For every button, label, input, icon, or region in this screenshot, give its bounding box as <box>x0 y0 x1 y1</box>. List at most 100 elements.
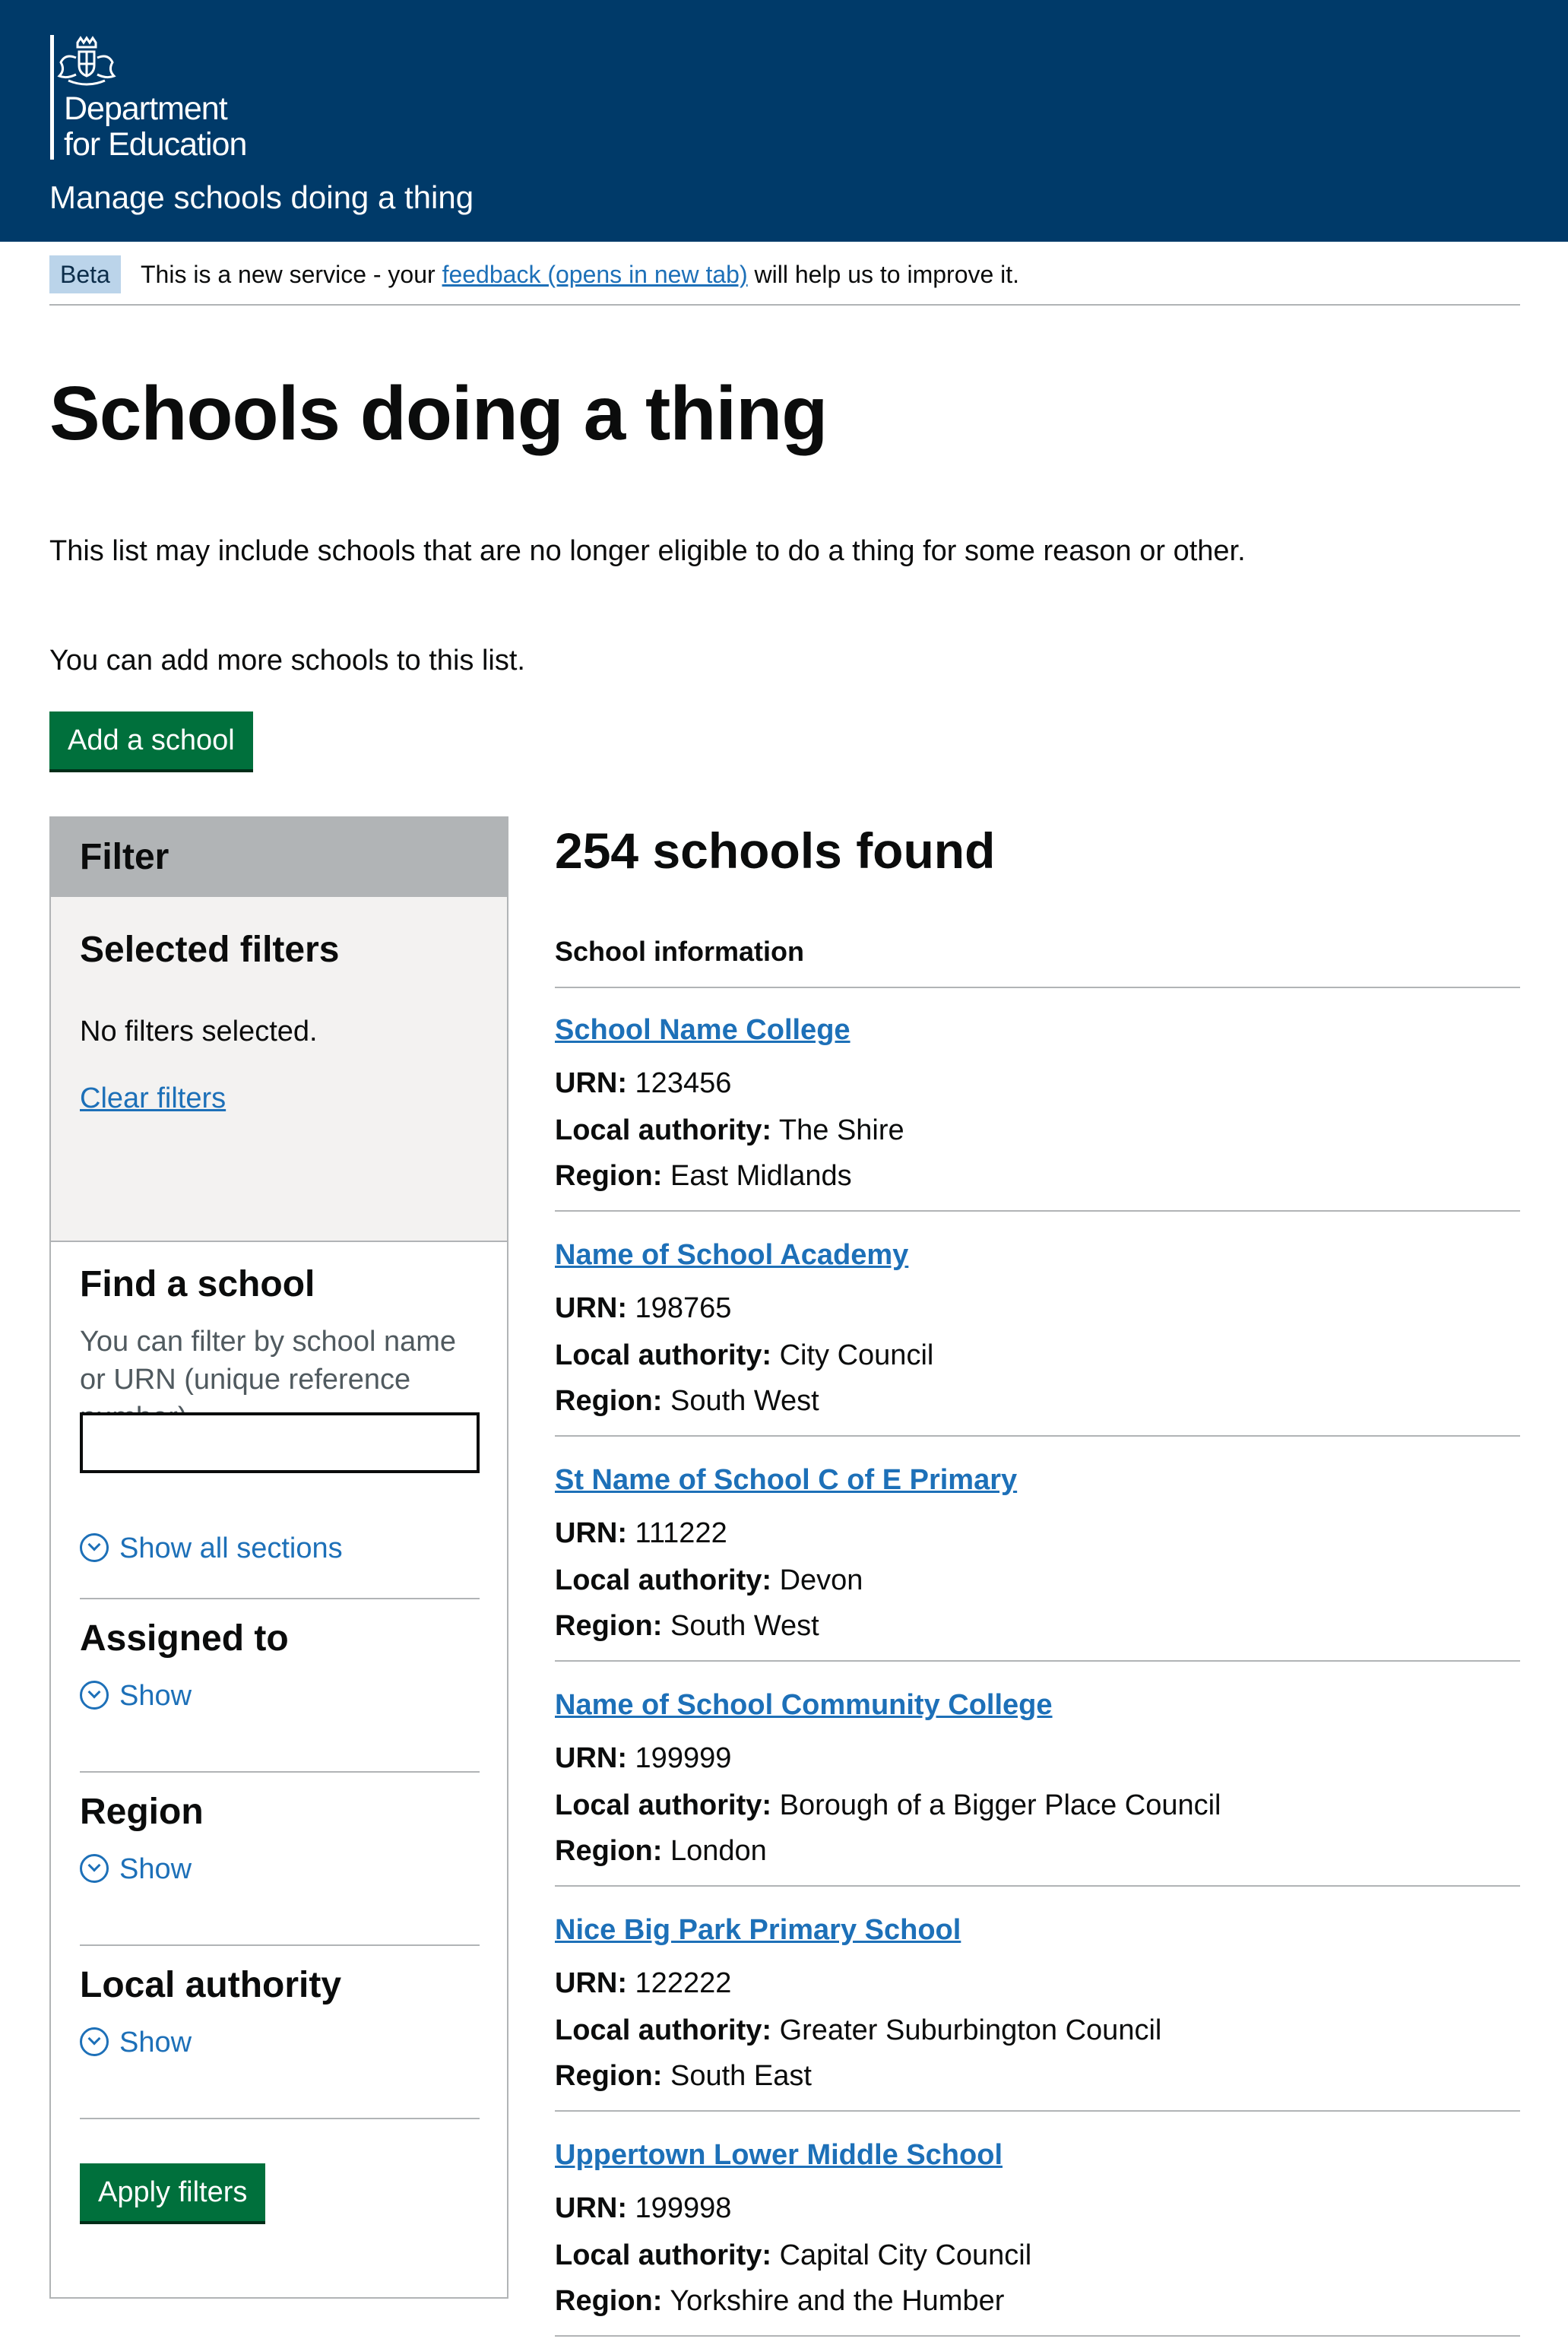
beta-text-before: This is a new service - your <box>141 261 442 288</box>
local-authority-label: Local authority: <box>555 2014 772 2046</box>
feedback-link[interactable]: feedback (opens in new tab) <box>442 261 748 288</box>
divider <box>80 1771 480 1773</box>
urn-value: 111222 <box>635 1517 727 1549</box>
find-school-heading: Find a school <box>80 1264 315 1304</box>
chevron-down-icon <box>80 1533 109 1562</box>
results-count-heading: 254 schools found <box>555 822 996 879</box>
local-authority-label: Local authority: <box>555 2239 772 2271</box>
site-header: Department for Education Manage schools … <box>0 0 1568 242</box>
region-label: Region: <box>555 1160 663 1192</box>
add-school-button[interactable]: Add a school <box>49 711 253 769</box>
urn-value: 198765 <box>635 1292 732 1324</box>
clear-filters-link[interactable]: Clear filters <box>80 1079 226 1117</box>
department-name[interactable]: Department for Education <box>64 90 247 163</box>
find-school-input[interactable] <box>80 1412 480 1473</box>
local-authority-label: Local authority: <box>555 1339 772 1371</box>
filter-panel: Filter Selected filters No filters selec… <box>49 816 508 2299</box>
region-label: Region: <box>555 2285 663 2317</box>
local-authority-row: Local authority: Borough of a Bigger Pla… <box>555 1786 1221 1824</box>
school-name-link[interactable]: Name of School Academy <box>555 1236 908 1274</box>
local-authority-label: Local authority: <box>555 1564 772 1596</box>
region-show-label: Show <box>119 1853 192 1885</box>
region-row: Region: South West <box>555 1382 819 1420</box>
urn-row: URN: 122222 <box>555 1964 731 2002</box>
local-authority-value: City Council <box>779 1339 934 1371</box>
urn-value: 123456 <box>635 1067 732 1099</box>
local-authority-row: Local authority: Devon <box>555 1561 863 1599</box>
local-authority-value: Borough of a Bigger Place Council <box>779 1789 1221 1821</box>
urn-label: URN: <box>555 1292 627 1324</box>
urn-row: URN: 199998 <box>555 2189 731 2227</box>
urn-label: URN: <box>555 1742 627 1774</box>
urn-label: URN: <box>555 1967 627 1999</box>
school-result: Nice Big Park Primary School URN: 122222… <box>555 1888 1520 2112</box>
filter-heading: Filter <box>51 818 507 897</box>
assigned-to-heading: Assigned to <box>80 1618 289 1659</box>
assigned-to-show-button[interactable]: Show <box>80 1677 192 1715</box>
selected-filters-section: Selected filters No filters selected. Cl… <box>51 897 507 1242</box>
chevron-down-icon <box>80 1681 109 1710</box>
school-name-link[interactable]: Name of School Community College <box>555 1686 1053 1724</box>
beta-text-after: will help us to improve it. <box>747 261 1020 288</box>
urn-label: URN: <box>555 1517 627 1549</box>
show-all-sections-button[interactable]: Show all sections <box>80 1529 343 1567</box>
apply-filters-button[interactable]: Apply filters <box>80 2163 266 2221</box>
urn-label: URN: <box>555 1067 627 1099</box>
region-label: Region: <box>555 1610 663 1642</box>
school-name-link[interactable]: Nice Big Park Primary School <box>555 1911 961 1949</box>
region-value: South West <box>670 1610 819 1642</box>
local-authority-heading: Local authority <box>80 1965 342 2005</box>
school-name-link[interactable]: School Name College <box>555 1011 851 1049</box>
local-authority-value: Capital City Council <box>779 2239 1032 2271</box>
department-line-2: for Education <box>64 126 247 163</box>
region-value: South East <box>670 2060 812 2092</box>
local-authority-label: Local authority: <box>555 1789 772 1821</box>
service-name[interactable]: Manage schools doing a thing <box>49 178 474 217</box>
region-row: Region: South East <box>555 2057 812 2095</box>
region-value: Yorkshire and the Humber <box>670 2285 1005 2317</box>
school-result: Uppertown Lower Middle School URN: 19999… <box>555 2113 1520 2337</box>
local-authority-value: Devon <box>779 1564 863 1596</box>
local-authority-label: Local authority: <box>555 1114 772 1146</box>
school-result: School Name College URN: 123456 Local au… <box>555 988 1520 1212</box>
school-result: Name of School Community College URN: 19… <box>555 1663 1520 1887</box>
school-name-link[interactable]: St Name of School C of E Primary <box>555 1461 1017 1499</box>
urn-value: 199999 <box>635 1742 732 1774</box>
no-filters-text: No filters selected. <box>80 1016 318 1047</box>
beta-text: This is a new service - your feedback (o… <box>141 255 1019 293</box>
urn-row: URN: 111222 <box>555 1514 727 1552</box>
region-value: London <box>670 1835 767 1867</box>
region-row: Region: South West <box>555 1607 819 1645</box>
region-row: Region: London <box>555 1832 767 1870</box>
chevron-down-icon <box>80 1854 109 1883</box>
show-all-sections-label: Show all sections <box>119 1532 343 1564</box>
region-show-button[interactable]: Show <box>80 1850 192 1888</box>
region-label: Region: <box>555 1835 663 1867</box>
region-row: Region: Yorkshire and the Humber <box>555 2282 1004 2320</box>
school-result: St Name of School C of E Primary URN: 11… <box>555 1438 1520 1662</box>
intro-paragraph: This list may include schools that are n… <box>49 535 1246 567</box>
chevron-down-icon <box>80 2027 109 2056</box>
local-authority-value: The Shire <box>778 1114 904 1146</box>
region-heading: Region <box>80 1792 204 1832</box>
page-title: Schools doing a thing <box>49 371 828 456</box>
school-name-link[interactable]: Uppertown Lower Middle School <box>555 2136 1003 2174</box>
local-authority-show-button[interactable]: Show <box>80 2024 192 2062</box>
region-row: Region: East Midlands <box>555 1157 852 1195</box>
local-authority-value: Greater Suburbington Council <box>779 2014 1162 2046</box>
urn-row: URN: 123456 <box>555 1064 731 1102</box>
region-label: Region: <box>555 1385 663 1417</box>
divider <box>80 2118 480 2119</box>
region-value: East Midlands <box>670 1160 852 1192</box>
royal-crest-icon <box>57 36 116 86</box>
school-result: Name of School Academy URN: 198765 Local… <box>555 1213 1520 1437</box>
department-line-1: Department <box>64 90 228 127</box>
local-authority-row: Local authority: Greater Suburbington Co… <box>555 2011 1161 2049</box>
urn-row: URN: 199999 <box>555 1739 731 1777</box>
assigned-to-show-label: Show <box>119 1680 192 1712</box>
local-authority-row: Local authority: City Council <box>555 1336 933 1374</box>
local-authority-row: Local authority: The Shire <box>555 1111 904 1149</box>
local-authority-show-label: Show <box>119 2027 192 2058</box>
urn-label: URN: <box>555 2192 627 2224</box>
phase-banner: Beta This is a new service - your feedba… <box>49 251 1520 306</box>
